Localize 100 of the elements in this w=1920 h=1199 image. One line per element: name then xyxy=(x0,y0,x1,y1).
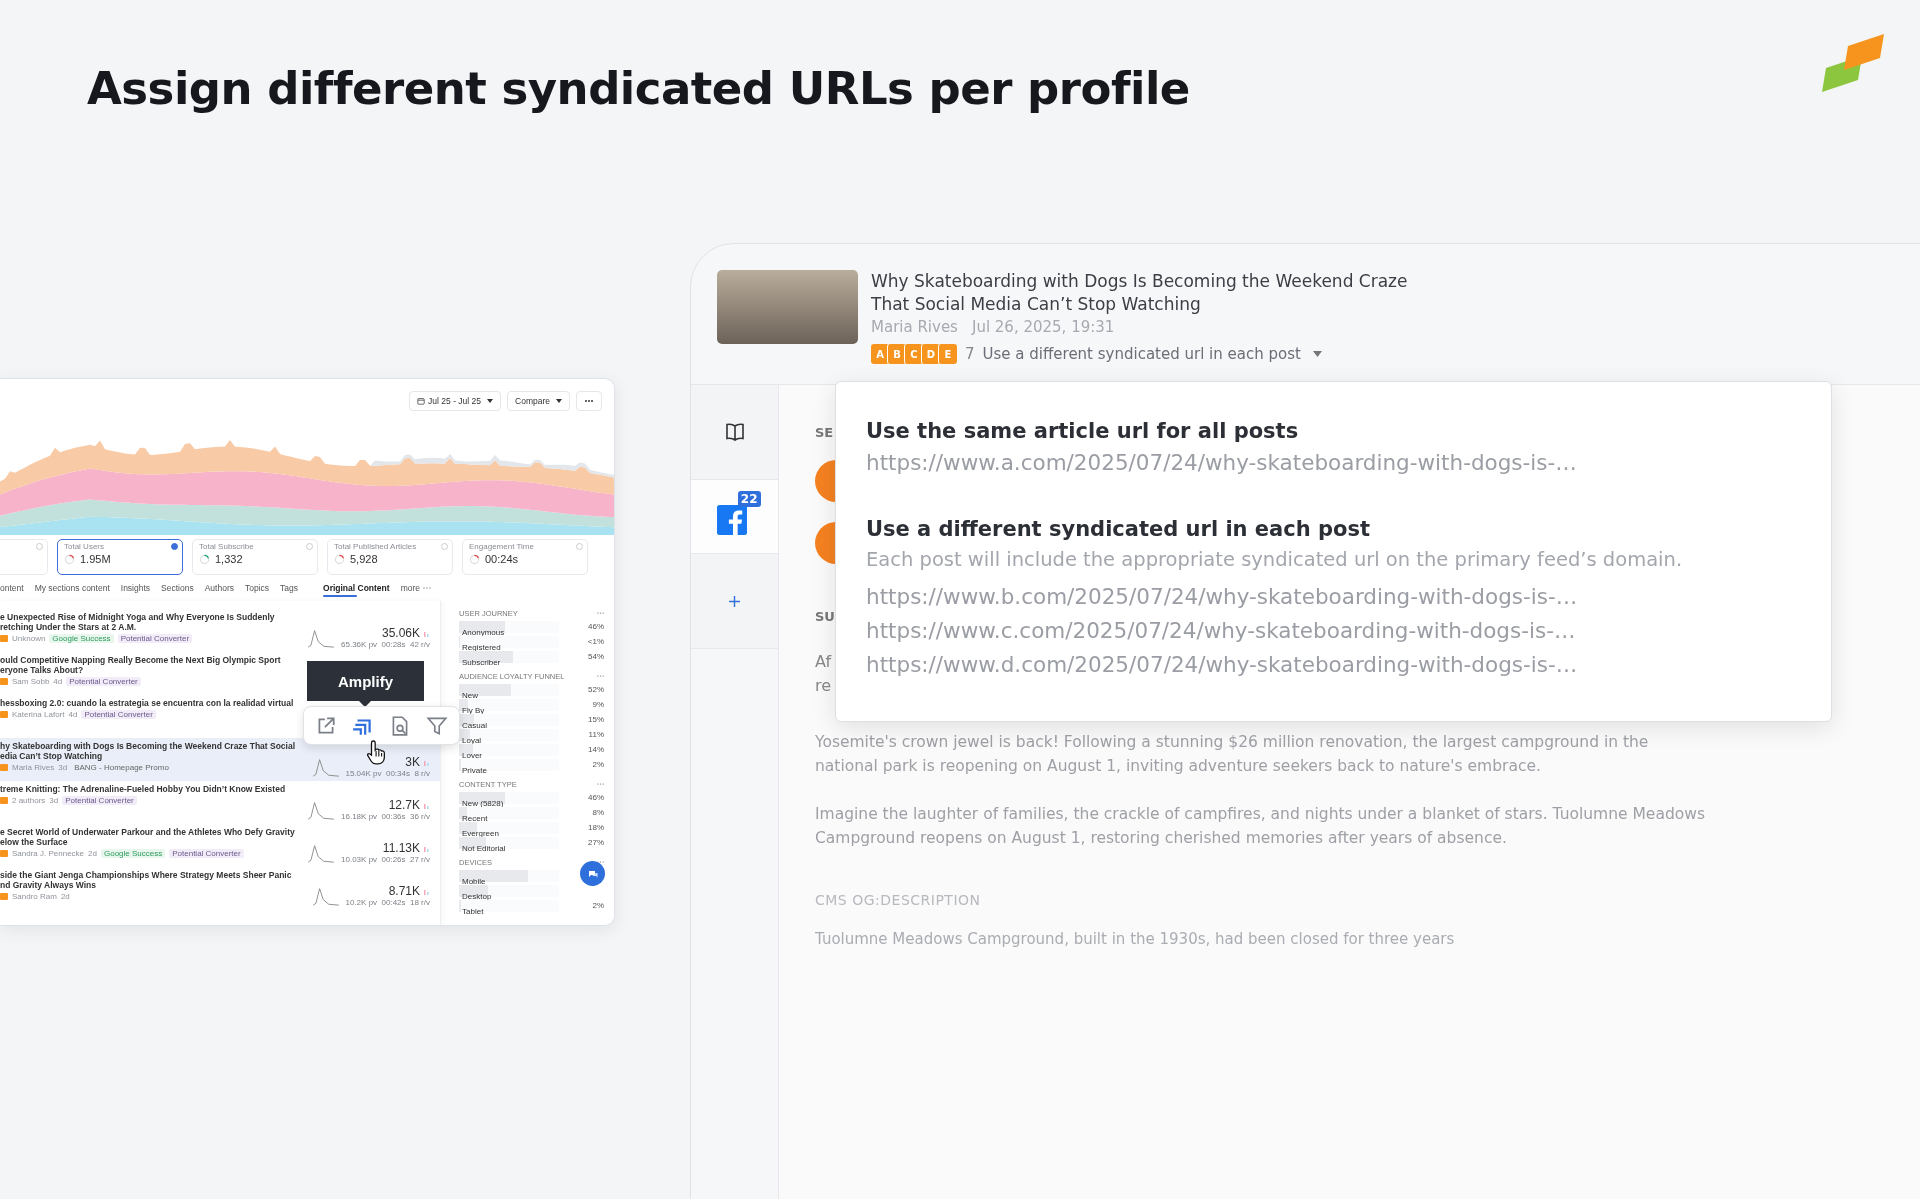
calendar-icon xyxy=(417,397,426,405)
article-age: 3d xyxy=(58,763,68,773)
content-tab[interactable]: Topics xyxy=(244,579,270,597)
article-age: 3d xyxy=(49,796,59,806)
breakdown-share: 54% xyxy=(588,652,604,661)
mini-bar-icon xyxy=(424,887,430,895)
syndication-option[interactable]: Use the same article url for all posts https://www.a.com/2025/07/24/why-skateboarding-with-dogs-is-… xyxy=(866,416,1805,480)
content-tab[interactable]: My sections content xyxy=(34,579,110,597)
article-views: 8.71K xyxy=(388,884,420,898)
syndicated-url: https://www.c.com/2025/07/24/why-skateboarding-with-dogs-is-… xyxy=(866,617,1576,645)
stat-value: 1.95M xyxy=(80,553,111,565)
breakdown-share: 14% xyxy=(588,745,604,754)
article-views: 11.13K xyxy=(382,841,420,855)
text-fragment: Af xyxy=(815,651,832,673)
breakdown-share: 52% xyxy=(588,685,604,694)
breakdown-label: Private xyxy=(461,765,487,775)
grade-count: 7 xyxy=(965,345,975,363)
mini-bar-icon xyxy=(424,801,430,809)
content-tab[interactable]: ontent xyxy=(0,579,24,597)
article-age: 2d xyxy=(88,849,97,859)
caret-icon xyxy=(1312,351,1322,357)
select-indicator-icon xyxy=(171,543,178,550)
grade-badge: B xyxy=(887,344,906,364)
grade-badge: D xyxy=(921,344,940,364)
article-stats: 65.36K pv 00:28s 42 r/v xyxy=(341,640,430,649)
content-tab[interactable]: Original Content xyxy=(323,579,390,597)
breakdown-share: 15% xyxy=(588,715,604,724)
breakdown-share: 18% xyxy=(588,823,604,832)
caret-icon xyxy=(556,399,562,403)
article-tag: BANG - Homepage Promo xyxy=(71,763,172,773)
facebook-channel-tab[interactable]: 22 xyxy=(691,480,778,554)
grade-badge: A xyxy=(871,344,889,364)
breakdown-share: 46% xyxy=(588,622,604,631)
breakdown-label: Subscriber xyxy=(461,657,501,667)
breakdown-label: Loyal xyxy=(461,735,482,745)
stat-card[interactable]: Total Subscribe 1,332 xyxy=(192,539,318,575)
author-name: Unknown xyxy=(12,634,46,644)
sparkline xyxy=(311,885,340,907)
grade-badge-icon xyxy=(0,678,8,686)
article-age: 4d xyxy=(68,710,78,720)
stat-card[interactable]: Total Published Articles 5,928 xyxy=(327,539,453,575)
post-count-badge: 22 xyxy=(737,490,761,507)
stat-value: 1,332 xyxy=(215,553,243,565)
article-title: hy Skateboarding with Dogs Is Becoming the Weekend Craze That Social edia Can’t Stop Watching xyxy=(0,741,297,762)
breakdown-label: Desktop xyxy=(461,891,492,901)
section-label: SU xyxy=(815,609,835,624)
page-heading: Assign different syndicated URLs per profile xyxy=(87,62,1190,115)
breakdown-share: 8% xyxy=(592,808,604,817)
syndication-dropdown[interactable]: Use a different syndicated url in each post xyxy=(982,345,1322,363)
content-tab[interactable]: Authors xyxy=(204,579,234,597)
publish-date: Jul 26, 2025, 19:31 xyxy=(971,318,1115,336)
post-paragraph: Yosemite's crown jewel is back! Following a stunning $26 million renovation, the largest campground in the national park is reopening on August 1, inviting adventure seekers back to nature's embrace. xyxy=(815,732,1650,777)
breakdown-share: 46% xyxy=(588,793,604,802)
author-name: Maria Rives xyxy=(12,763,55,773)
breakdown-share: 11% xyxy=(588,730,604,739)
sparkline xyxy=(311,756,340,778)
author-name: Sandra J. Pennecke xyxy=(12,849,85,859)
chat-button[interactable] xyxy=(580,861,605,886)
breakdown-share: <1% xyxy=(587,637,604,646)
mini-bar-icon xyxy=(424,629,430,637)
article-tag: Google Success xyxy=(100,849,166,859)
article-tag: Potential Converter xyxy=(66,677,141,687)
plus-icon xyxy=(728,594,741,608)
article-title: e Secret World of Underwater Parkour and the Athletes Who Defy Gravity elow the Surface xyxy=(0,827,296,848)
stat-card[interactable]: Total Users 1.95M xyxy=(57,539,183,575)
content-tab[interactable]: Sections xyxy=(161,579,194,597)
grade-badge-icon xyxy=(0,850,8,858)
more-tab[interactable]: more xyxy=(400,579,420,597)
date-range-button[interactable]: Jul 25 - Jul 25 xyxy=(409,391,502,411)
syndicated-url: https://www.a.com/2025/07/24/why-skateboarding-with-dogs-is-… xyxy=(866,449,1577,477)
stat-label: Total Subscribe xyxy=(199,542,254,551)
sparkline xyxy=(307,842,336,864)
facebook-icon xyxy=(716,504,747,535)
breakdown-share: 27% xyxy=(588,838,604,847)
grade-badge: E xyxy=(938,344,957,364)
grade-badge-icon xyxy=(0,635,8,643)
post-paragraph: Imagine the laughter of families, the crackle of campfires, and nights under a blanket of stars. Tuolumne Meadows Campground reopens on August 1, restoring cherished memories after years of absence. xyxy=(815,804,1706,849)
progress-ring-icon xyxy=(469,553,480,565)
grade-badge-icon xyxy=(0,893,8,901)
mini-bar-icon xyxy=(424,758,430,766)
mini-bar-icon xyxy=(424,844,430,852)
filter-icon[interactable] xyxy=(425,714,448,737)
text-fragment: re xyxy=(815,675,832,697)
progress-ring-icon xyxy=(199,553,210,565)
article-views: 3K xyxy=(405,755,420,769)
author-name: Katerina Lafort xyxy=(12,710,65,720)
breakdown-share: 2% xyxy=(592,760,604,769)
more-options-button[interactable] xyxy=(576,391,602,411)
content-tab[interactable]: Insights xyxy=(120,579,151,597)
stat-card[interactable]: Engagement Time 00:24s xyxy=(462,539,588,575)
og-description-text: Tuolumne Meadows Campground, built in the 1930s, had been closed for three years xyxy=(815,930,1455,948)
author-name: Sandro Ram xyxy=(12,892,57,902)
article-tag: Potential Converter xyxy=(117,634,193,644)
article-title: ould Competitive Napping Really Become the Next Big Olympic Sport eryone Talks About? xyxy=(0,655,282,676)
author-name: Maria Rives xyxy=(871,318,958,336)
grade-badge: C xyxy=(904,344,923,364)
content-tab[interactable]: Tags xyxy=(280,579,299,597)
article-title: e Unexpected Rise of Midnight Yoga and Why Everyone Is Suddenly retching Under the Stars at 2 A.M. xyxy=(0,612,276,633)
section-label: SE xyxy=(815,425,834,440)
compare-button[interactable]: Compare xyxy=(507,391,570,411)
